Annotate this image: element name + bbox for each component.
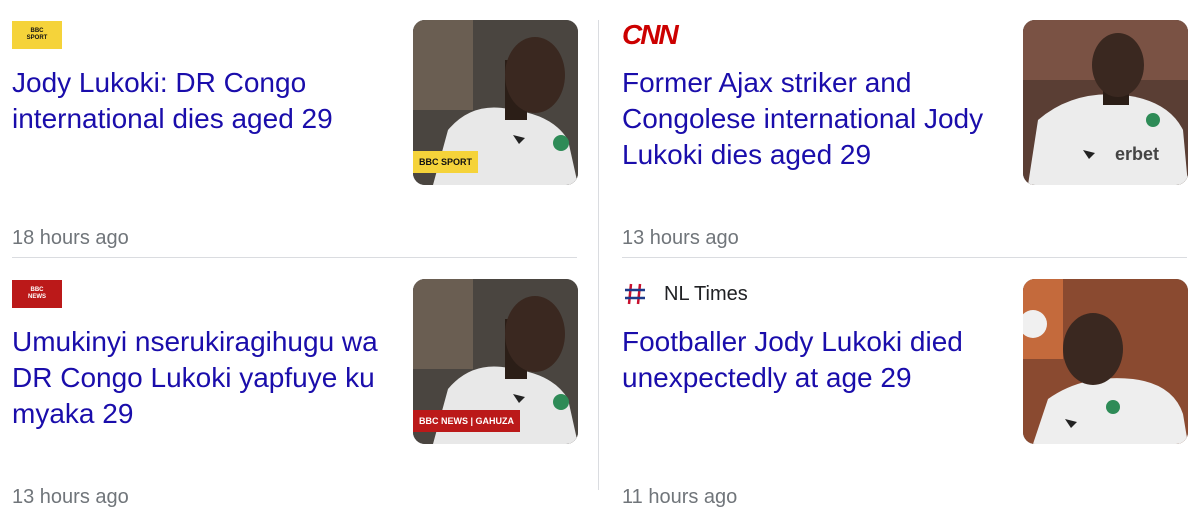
timestamp: 13 hours ago [12, 486, 129, 508]
nl-times-hash-icon [622, 281, 648, 307]
column-divider [598, 20, 599, 490]
news-card-cnn[interactable]: CNN Former Ajax striker and Congolese in… [622, 20, 1188, 260]
news-card-nl-times[interactable]: NL Times Footballer Jody Lukoki died une… [622, 279, 1188, 519]
shirt-text: erbet [1115, 144, 1159, 164]
source-logo: BBC NEWS [12, 279, 62, 309]
bbc-news-badge: BBC NEWS | GAHUZA [413, 410, 521, 432]
source-name: NL Times [664, 282, 748, 305]
source-logo: NL Times [622, 279, 748, 309]
bbc-sport-logo: BBC SPORT [12, 21, 62, 49]
source-logo: BBC SPORT [12, 20, 62, 50]
headline-link[interactable]: Jody Lukoki: DR Congo international dies… [12, 65, 397, 137]
cnn-logo: CNN [622, 19, 679, 50]
headline-link[interactable]: Umukinyi nserukiragihugu wa DR Congo Luk… [12, 324, 397, 432]
headline-link[interactable]: Footballer Jody Lukoki died unexpectedly… [622, 324, 1007, 396]
timestamp: 18 hours ago [12, 227, 129, 249]
news-card-bbc-news[interactable]: BBC NEWS Umukinyi nserukiragihugu wa DR … [12, 279, 578, 519]
news-card-bbc-sport[interactable]: BBC SPORT Jody Lukoki: DR Congo internat… [12, 20, 578, 260]
thumbnail-image[interactable]: erbet [1023, 20, 1188, 185]
bbc-sport-badge: BBC SPORT [413, 151, 479, 173]
headline-link[interactable]: Former Ajax striker and Congolese intern… [622, 65, 1007, 173]
thumbnail-image[interactable] [1023, 279, 1188, 444]
player-photo [1023, 279, 1188, 444]
thumbnail-image[interactable]: BBC NEWS | GAHUZA [413, 279, 578, 444]
timestamp: 13 hours ago [622, 227, 739, 249]
timestamp: 11 hours ago [622, 486, 738, 508]
thumbnail-image[interactable]: BBC SPORT [413, 20, 578, 185]
player-photo: erbet [1023, 20, 1188, 185]
bbc-news-logo: BBC NEWS [12, 280, 62, 308]
source-logo: CNN [622, 19, 679, 50]
